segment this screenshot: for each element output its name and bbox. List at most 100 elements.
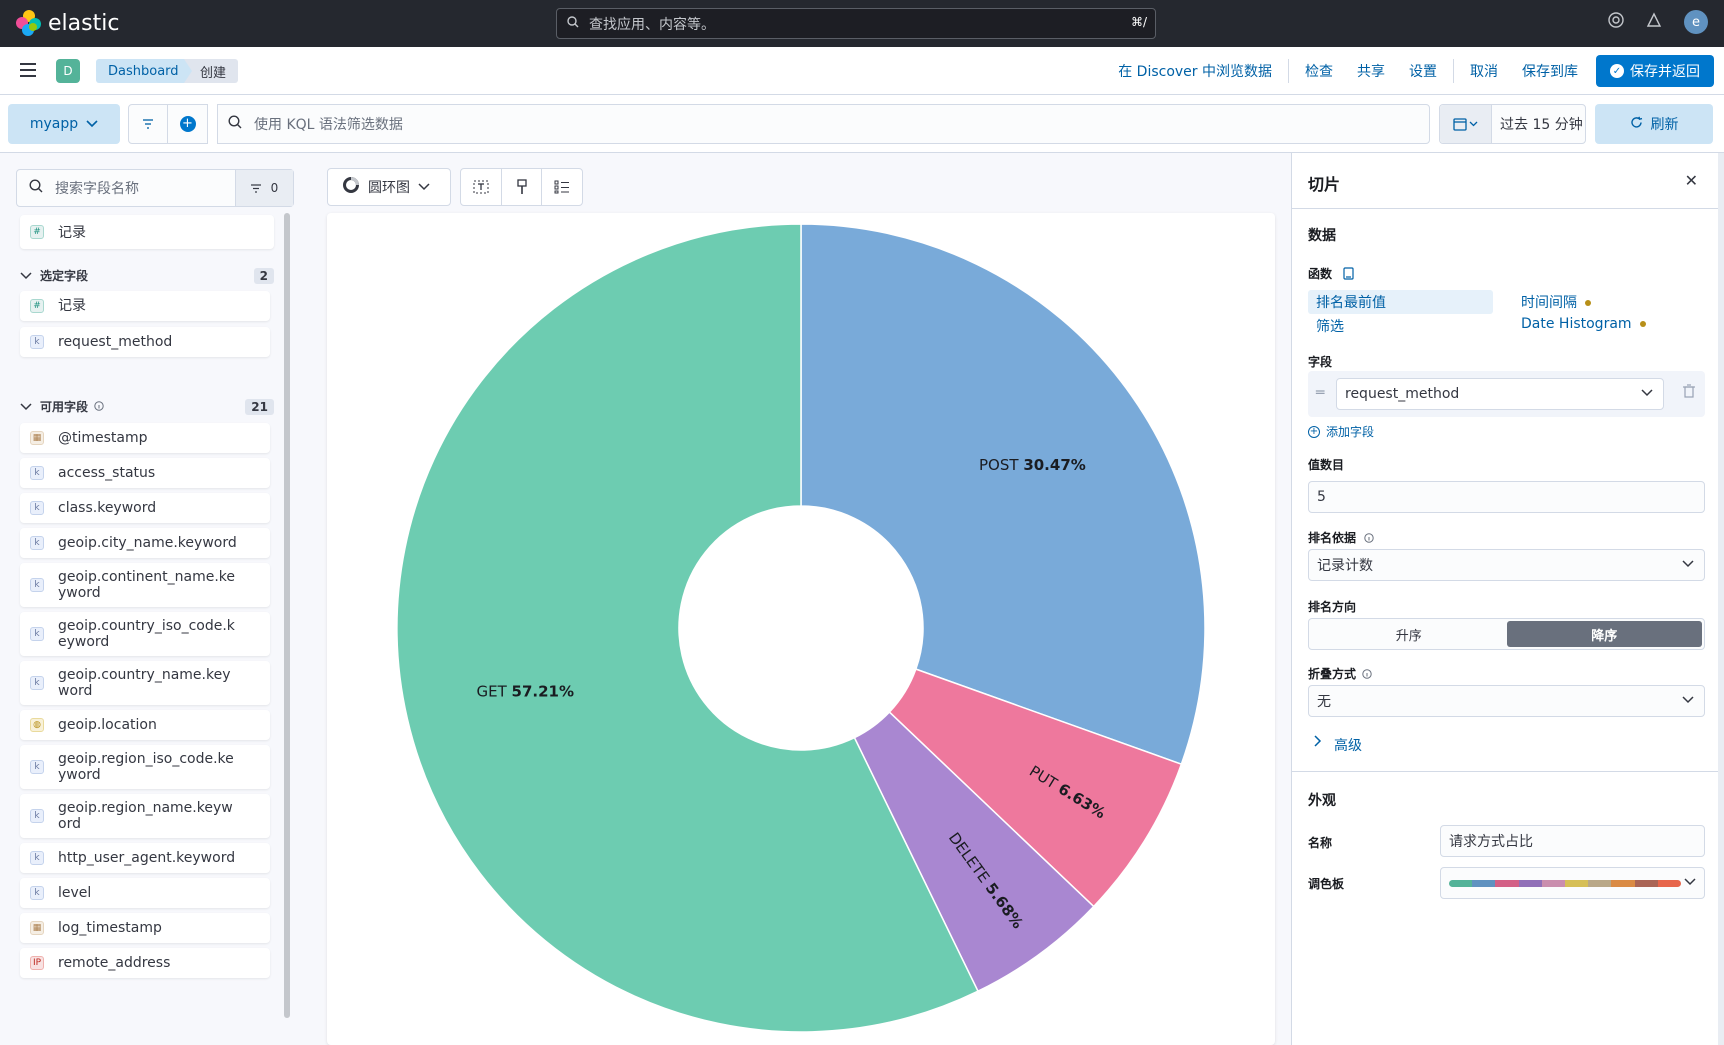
field-list-scrollbar[interactable] — [284, 213, 290, 1018]
name-input[interactable]: 请求方式占比 — [1440, 825, 1705, 857]
elastic-logo-icon — [16, 10, 42, 36]
field-item[interactable]: k geoip.city_name.keyword — [20, 528, 270, 558]
close-icon[interactable]: ✕ — [1685, 171, 1698, 190]
field-select[interactable]: request_method — [1336, 378, 1664, 410]
share-button[interactable]: 共享 — [1345, 61, 1397, 81]
available-fields-title: 可用字段 — [40, 400, 89, 414]
global-search-input[interactable]: 查找应用、内容等。 ⌘/ — [556, 8, 1156, 39]
field-item[interactable]: IP remote_address — [20, 948, 270, 978]
slice-post[interactable] — [800, 223, 1206, 766]
filter-group: + — [128, 104, 208, 144]
drag-handle-icon[interactable]: ═ — [1316, 385, 1324, 401]
inspect-button[interactable]: 检查 — [1293, 61, 1345, 81]
save-and-return-button[interactable]: ✓ 保存并返回 — [1596, 55, 1714, 87]
slice-percent: 30.47% — [1023, 456, 1085, 474]
menu-icon[interactable] — [20, 63, 36, 77]
dimension-config-panel: 切片 ✕ 数据 函数 排名最前值 时间间隔 筛选 Date Histogram … — [1291, 153, 1724, 1045]
field-item[interactable]: k geoip.region_name.keyw ord — [20, 794, 270, 838]
settings-button[interactable]: 设置 — [1397, 61, 1449, 81]
field-search-placeholder: 搜索字段名称 — [55, 181, 139, 197]
field-name: @timestamp — [58, 430, 148, 446]
add-field-button[interactable]: + 添加字段 — [1308, 423, 1374, 440]
available-fields-header[interactable]: 可用字段 21 — [20, 398, 274, 415]
function-label-text: 函数 — [1308, 267, 1333, 281]
breadcrumb-dashboard[interactable]: Dashboard — [96, 59, 197, 83]
field-item[interactable]: ▦ log_timestamp — [20, 913, 270, 943]
kql-query-input[interactable]: 使用 KQL 语法筛选数据 — [217, 104, 1430, 144]
refresh-button[interactable]: 刷新 — [1595, 104, 1713, 144]
data-view-picker[interactable]: myapp — [8, 104, 120, 144]
explore-in-discover-link[interactable]: 在 Discover 中浏览数据 — [1106, 61, 1284, 81]
function-top-values[interactable]: 排名最前值 — [1308, 290, 1493, 314]
field-search-input[interactable]: 搜索字段名称 0 — [16, 169, 294, 207]
field-item[interactable]: k http_user_agent.keyword — [20, 843, 270, 873]
field-name: 记录 — [58, 225, 86, 241]
records-field[interactable]: # 记录 — [20, 215, 274, 249]
calendar-icon[interactable] — [1440, 105, 1492, 143]
keyword-type-icon: k — [30, 809, 44, 823]
help-icon[interactable] — [1608, 12, 1624, 32]
keyword-type-icon: k — [30, 851, 44, 865]
rank-by-select[interactable]: 记录计数 — [1308, 549, 1705, 581]
chart-type-label: 圆环图 — [368, 180, 410, 196]
function-filters[interactable]: 筛选 — [1316, 316, 1344, 336]
field-name: class.keyword — [58, 500, 157, 516]
refresh-label: 刷新 — [1650, 117, 1679, 133]
add-filter-button[interactable]: + — [168, 105, 207, 143]
keyword-type-icon: k — [30, 466, 44, 480]
filter-menu-button[interactable] — [129, 105, 169, 143]
save-to-library-button[interactable]: 保存到库 — [1510, 61, 1590, 81]
labels-button[interactable] — [461, 169, 502, 205]
divider — [1453, 59, 1454, 83]
selected-fields-header[interactable]: 选定字段 2 — [20, 267, 274, 284]
num-values-input[interactable]: 5 — [1308, 481, 1705, 513]
news-icon[interactable] — [1646, 12, 1662, 32]
collapse-by-select[interactable]: 无 — [1308, 685, 1705, 717]
field-row: ═ request_method — [1308, 371, 1705, 417]
config-scrollbar[interactable] — [1718, 153, 1724, 1045]
palette-select[interactable] — [1440, 867, 1705, 899]
function-date-interval[interactable]: 时间间隔 — [1521, 292, 1591, 312]
field-item[interactable]: k geoip.country_iso_code.k eyword — [20, 612, 270, 656]
info-icon — [94, 400, 104, 414]
elastic-logo[interactable]: elastic — [16, 10, 119, 36]
appearance-button[interactable] — [502, 169, 543, 205]
field-item[interactable]: ◍ geoip.location — [20, 710, 270, 740]
advanced-toggle[interactable]: 高级 — [1314, 735, 1362, 755]
divider — [1292, 771, 1724, 772]
rank-ascending-button[interactable]: 升序 — [1311, 621, 1507, 647]
field-item[interactable]: k class.keyword — [20, 493, 270, 523]
rank-by-value: 记录计数 — [1317, 558, 1373, 574]
trash-icon[interactable] — [1683, 384, 1695, 402]
field-item[interactable]: k geoip.country_name.key word — [20, 661, 270, 705]
chart-type-switcher[interactable]: 圆环图 — [327, 168, 451, 206]
ip-type-icon: IP — [30, 956, 44, 970]
visual-options-group — [460, 168, 583, 206]
brand-name: elastic — [48, 10, 120, 36]
function-date-histogram[interactable]: Date Histogram — [1521, 316, 1646, 332]
rank-by-label-text: 排名依据 — [1308, 531, 1357, 545]
field-item[interactable]: k geoip.region_iso_code.ke yword — [20, 745, 270, 789]
field-name: 记录 — [58, 298, 86, 314]
available-fields-count: 21 — [245, 398, 274, 415]
field-item[interactable]: k request_method — [20, 327, 270, 357]
field-item[interactable]: k access_status — [20, 458, 270, 488]
field-item[interactable]: # 记录 — [20, 291, 270, 321]
field-item[interactable]: k geoip.continent_name.ke yword — [20, 563, 270, 607]
field-item[interactable]: k level — [20, 878, 270, 908]
time-picker[interactable]: 过去 15 分钟 — [1439, 104, 1586, 144]
search-icon — [228, 115, 242, 133]
cancel-button[interactable]: 取消 — [1458, 61, 1510, 81]
documentation-icon[interactable] — [1342, 266, 1355, 283]
field-item[interactable]: ▦ @timestamp — [20, 423, 270, 453]
legend-button[interactable] — [542, 169, 582, 205]
rank-descending-button[interactable]: 降序 — [1506, 621, 1702, 647]
field-filter-button[interactable]: 0 — [235, 170, 293, 206]
user-avatar[interactable]: e — [1684, 10, 1708, 34]
add-field-label: 添加字段 — [1326, 425, 1375, 439]
field-name: geoip.region_name.keyw ord — [58, 800, 233, 832]
query-bar: myapp + 使用 KQL 语法筛选数据 过去 15 分钟 刷新 — [0, 95, 1724, 153]
space-avatar[interactable]: D — [56, 59, 80, 83]
search-icon — [29, 179, 43, 197]
field-name: access_status — [58, 465, 156, 481]
